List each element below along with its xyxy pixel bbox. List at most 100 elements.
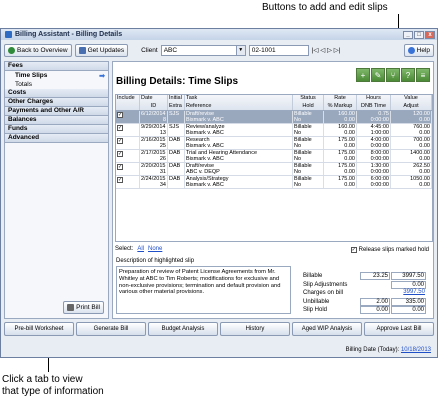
include-checkbox[interactable]: ✓ bbox=[117, 138, 123, 144]
cell-markup-value: 0.00 bbox=[344, 143, 355, 149]
cell-task: Draft/revise Bismark v. ABC bbox=[185, 111, 293, 123]
sidebar-section-balances[interactable]: Balances bbox=[5, 116, 108, 125]
cell-task: Analysis/Strategy Bismark v. ABC bbox=[185, 176, 293, 188]
sidebar-section-fees[interactable]: Fees bbox=[5, 62, 108, 71]
table-row[interactable]: ✓ 2/20/2015 31 DAB Draft/revise ABC v. DEQP Bi… bbox=[116, 163, 432, 176]
cell-value: 700.00 0.00 bbox=[391, 137, 432, 149]
include-checkbox[interactable]: ✓ bbox=[117, 164, 123, 170]
client-nav-buttons[interactable]: |◁ ◁ ▷ ▷| bbox=[312, 46, 341, 54]
select-none-link[interactable]: None bbox=[148, 246, 162, 252]
cell-adjust-value: 0.00 bbox=[419, 130, 430, 136]
cell-hours: 8:00:00 0:00:00 bbox=[357, 150, 391, 162]
tab-approve-last-bill[interactable]: Approve Last Bill bbox=[364, 322, 434, 336]
cell-dnb-value: 0:00:00 bbox=[370, 169, 389, 175]
cell-hold-value: No bbox=[294, 130, 302, 136]
cell-dnb-value: 0:00:00 bbox=[370, 143, 389, 149]
tab-pre-bill-worksheet[interactable]: Pre-bill Worksheet bbox=[4, 322, 74, 336]
col-extra-label: Extra bbox=[169, 102, 182, 109]
get-updates-button[interactable]: Get Updates bbox=[74, 43, 129, 57]
cell-value: 120.00 0.00 bbox=[391, 111, 432, 123]
col-task[interactable]: Task Reference bbox=[185, 95, 293, 110]
cell-ini: DAB bbox=[168, 163, 185, 175]
col-initial-label: Initial bbox=[169, 95, 182, 101]
cell-rate: 175.00 0.00 bbox=[324, 137, 357, 149]
cell-adjust-value: 0.00 bbox=[419, 143, 430, 149]
col-initial[interactable]: Initial Extra bbox=[168, 95, 185, 110]
release-hold-option[interactable]: ✓ Release slips marked hold bbox=[350, 246, 429, 253]
split-slip-icon[interactable]: ⑂ bbox=[386, 68, 400, 82]
include-checkbox[interactable]: ✓ bbox=[117, 177, 123, 183]
minimize-button[interactable]: _ bbox=[403, 30, 413, 39]
tab-aged-wip-analysis[interactable]: Aged WIP Analysis bbox=[292, 322, 362, 336]
maximize-button[interactable]: □ bbox=[414, 30, 424, 39]
table-row[interactable]: ✓ 2/17/2015 26 DAB Trial and Hearing Attenda… bbox=[116, 150, 432, 163]
app-icon bbox=[5, 31, 12, 38]
close-button[interactable]: x bbox=[425, 30, 435, 39]
cell-status: Billable No bbox=[293, 111, 324, 123]
cell-rate: 175.00 0.00 bbox=[324, 163, 357, 175]
cell-dnb-value: 0:00:00 bbox=[370, 182, 389, 188]
cell-date: 2/16/2015 25 bbox=[140, 137, 168, 149]
tab-budget-analysis[interactable]: Budget Analysis bbox=[148, 322, 218, 336]
back-to-overview-button[interactable]: Back to Overview bbox=[4, 43, 72, 57]
tab-history[interactable]: History bbox=[220, 322, 290, 336]
cell-hold-value: No bbox=[294, 143, 302, 149]
col-hours[interactable]: Hours DNB Time bbox=[357, 95, 391, 110]
col-rate[interactable]: Rate % Markup bbox=[324, 95, 357, 110]
cell-hours: 4:45:00 1:00:00 bbox=[357, 124, 391, 136]
cell-ini-value: SJS bbox=[169, 111, 180, 117]
cell-ref-value: Bismark v. ABC bbox=[186, 130, 224, 136]
tab-generate-bill[interactable]: Generate Bill bbox=[76, 322, 146, 336]
sidebar-section-payments[interactable]: Payments and Other A/R bbox=[5, 107, 108, 116]
sidebar-section-costs[interactable]: Costs bbox=[5, 89, 108, 98]
include-cell: ✓ bbox=[116, 137, 140, 149]
table-row[interactable]: ✓ 6/12/2014 8 SJS Draft/revise Bismark v. ABC… bbox=[116, 111, 432, 124]
cell-date: 2/20/2015 31 bbox=[140, 163, 168, 175]
help-label: Help bbox=[416, 46, 430, 54]
help-icon bbox=[407, 46, 415, 54]
col-value[interactable]: Value Adjust bbox=[391, 95, 432, 110]
col-date-id[interactable]: Date ID bbox=[140, 95, 168, 110]
table-row[interactable]: ✓ 2/24/2015 34 DAB Analysis/Strategy Bismark … bbox=[116, 176, 432, 189]
cell-ini: DAB bbox=[168, 150, 185, 162]
list-slip-icon[interactable]: ≡ bbox=[416, 68, 430, 82]
charges-value-link[interactable]: 3997.50 bbox=[391, 289, 426, 297]
sidebar-section-funds[interactable]: Funds bbox=[5, 125, 108, 134]
include-cell: ✓ bbox=[116, 176, 140, 188]
client-select[interactable]: ABC ▼ bbox=[160, 44, 246, 56]
cell-rate: 175.00 0.00 bbox=[324, 150, 357, 162]
table-row[interactable]: ✓ 9/29/2014 13 SJS Review/analyze Bismark v. … bbox=[116, 124, 432, 137]
col-include[interactable]: Include bbox=[116, 95, 140, 110]
client-id-field[interactable]: 02-1001 bbox=[248, 44, 309, 56]
billing-assistant-window: Billing Assistant - Billing Details _ □ … bbox=[0, 28, 438, 358]
sidebar-item-time-slips[interactable]: Time Slips ➡ bbox=[5, 71, 108, 80]
print-bill-button[interactable]: Print Bill bbox=[63, 301, 104, 314]
cell-adjust-value: 0.00 bbox=[419, 182, 430, 188]
include-checkbox[interactable]: ✓ bbox=[117, 151, 123, 157]
include-checkbox[interactable]: ✓ bbox=[117, 125, 123, 131]
sidebar-item-time-slips-label: Time Slips bbox=[15, 72, 48, 79]
release-hold-checkbox[interactable]: ✓ bbox=[350, 247, 357, 253]
help-slip-icon[interactable]: ? bbox=[401, 68, 415, 82]
billing-date-link[interactable]: 10/18/2013 bbox=[401, 347, 431, 353]
client-select-value: ABC bbox=[163, 46, 178, 54]
cell-ref-value: Bismark v. ABC bbox=[186, 182, 224, 188]
main-panel: Billing Details: Time Slips + ✎ ⑂ ? ≡ In… bbox=[112, 61, 434, 319]
table-row[interactable]: ✓ 2/16/2015 25 DAB Research Bismark v. ABC Bil… bbox=[116, 137, 432, 150]
sidebar-section-advanced[interactable]: Advanced bbox=[5, 134, 108, 143]
cell-date: 9/29/2014 13 bbox=[140, 124, 168, 136]
edit-slip-icon[interactable]: ✎ bbox=[371, 68, 385, 82]
client-label: Client bbox=[141, 46, 158, 54]
col-hold-label: Hold bbox=[302, 102, 314, 109]
include-checkbox[interactable]: ✓ bbox=[117, 112, 123, 118]
sidebar-item-totals[interactable]: Totals bbox=[5, 80, 108, 89]
cell-ini-value: DAB bbox=[169, 137, 181, 143]
help-button[interactable]: Help bbox=[403, 43, 434, 57]
cell-id-value: 34 bbox=[159, 182, 166, 188]
col-status[interactable]: Status Hold bbox=[293, 95, 324, 110]
include-cell: ✓ bbox=[116, 124, 140, 136]
select-all-link[interactable]: All bbox=[137, 246, 144, 252]
sidebar-section-other-charges[interactable]: Other Charges bbox=[5, 98, 108, 107]
add-slip-icon[interactable]: + bbox=[356, 68, 370, 82]
cell-hours: 1:30:00 0:00:00 bbox=[357, 163, 391, 175]
